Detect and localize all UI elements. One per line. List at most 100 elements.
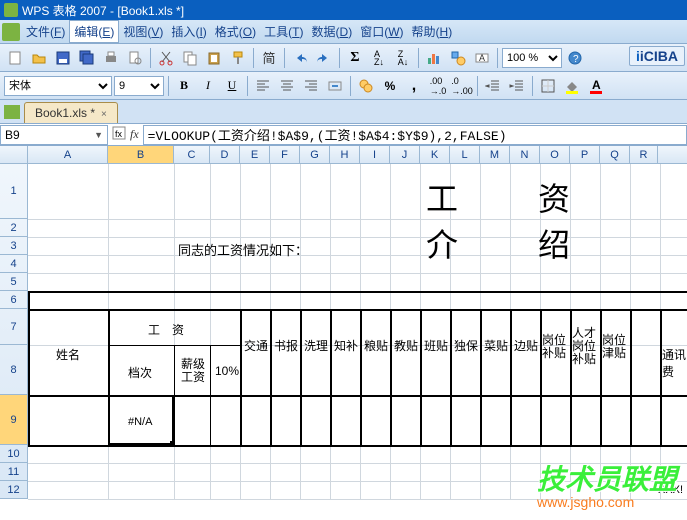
textbox-icon[interactable]: A: [471, 47, 493, 69]
col-header[interactable]: I: [360, 146, 390, 163]
col-header[interactable]: A: [28, 146, 108, 163]
menu-help[interactable]: 帮助(H): [408, 21, 457, 42]
align-center-icon[interactable]: [276, 75, 298, 97]
col-header[interactable]: F: [270, 146, 300, 163]
sort-asc-icon[interactable]: AZ↓: [368, 47, 390, 69]
menu-view[interactable]: 视图(V): [119, 21, 167, 42]
row-header[interactable]: 1: [0, 164, 28, 219]
percent-icon[interactable]: %: [379, 75, 401, 97]
col-header[interactable]: Q: [600, 146, 630, 163]
col-header[interactable]: G: [300, 146, 330, 163]
col-header[interactable]: J: [390, 146, 420, 163]
italic-icon[interactable]: I: [197, 75, 219, 97]
col-header[interactable]: E: [240, 146, 270, 163]
shapes-icon[interactable]: [447, 47, 469, 69]
workbook-tabbar: Book1.xls *×: [0, 100, 687, 124]
saveall-icon[interactable]: [76, 47, 98, 69]
borders-icon[interactable]: [537, 75, 559, 97]
new-icon[interactable]: [4, 47, 26, 69]
column-headers: A B C D E F G H I J K L M N O P Q R: [0, 146, 687, 164]
inc-indent-icon[interactable]: [506, 75, 528, 97]
cut-icon[interactable]: [155, 47, 177, 69]
align-right-icon[interactable]: [300, 75, 322, 97]
col-header[interactable]: M: [480, 146, 510, 163]
menu-format[interactable]: 格式(O): [211, 21, 260, 42]
font-name-combo[interactable]: 宋体: [4, 76, 112, 96]
dec-decimal-icon[interactable]: .0→.00: [451, 75, 473, 97]
sheet-icon: [4, 105, 20, 119]
sort-desc-icon[interactable]: ZA↓: [392, 47, 414, 69]
paste-icon[interactable]: [203, 47, 225, 69]
col-header[interactable]: D: [210, 146, 240, 163]
zoom-combo[interactable]: 100 %: [502, 48, 562, 68]
print-icon[interactable]: [100, 47, 122, 69]
row-header[interactable]: 3: [0, 237, 28, 255]
merge-icon[interactable]: [324, 75, 346, 97]
row-header[interactable]: 4: [0, 255, 28, 273]
iciba-button[interactable]: iiCIBA: [629, 46, 685, 66]
copy-icon[interactable]: [179, 47, 201, 69]
currency-icon[interactable]: [355, 75, 377, 97]
col-header[interactable]: P: [570, 146, 600, 163]
formula-input[interactable]: =VLOOKUP(工资介绍!$A$9,(工资!$A$4:$Y$9),2,FALS…: [143, 125, 687, 145]
chart-icon[interactable]: [423, 47, 445, 69]
menu-insert[interactable]: 插入(I): [167, 21, 210, 42]
cjk-button[interactable]: 简: [258, 47, 280, 69]
row-header[interactable]: 2: [0, 219, 28, 237]
underline-icon[interactable]: U: [221, 75, 243, 97]
sheet-title: 工 资 介 绍: [426, 174, 687, 266]
font-color-icon[interactable]: A: [585, 75, 607, 97]
save-icon[interactable]: [52, 47, 74, 69]
inc-decimal-icon[interactable]: .00→.0: [427, 75, 449, 97]
cell-grid[interactable]: 工 资 介 绍 同志的工资情况如下：: [28, 164, 687, 499]
row-header[interactable]: 12: [0, 481, 28, 499]
row-header[interactable]: 10: [0, 445, 28, 463]
col-header[interactable]: K: [420, 146, 450, 163]
col-header[interactable]: L: [450, 146, 480, 163]
help-icon[interactable]: ?: [564, 47, 586, 69]
format-painter-icon[interactable]: [227, 47, 249, 69]
chevron-down-icon[interactable]: ▼: [94, 130, 103, 140]
workbook-tab[interactable]: Book1.xls *×: [24, 102, 118, 123]
dec-indent-icon[interactable]: [482, 75, 504, 97]
app-icon[interactable]: [2, 23, 20, 41]
row-header[interactable]: 11: [0, 463, 28, 481]
undo-icon[interactable]: [289, 47, 311, 69]
row-header[interactable]: 8: [0, 345, 28, 395]
sum-icon[interactable]: Σ: [344, 47, 366, 69]
fx-icon[interactable]: fx: [130, 127, 139, 142]
row-header[interactable]: 7: [0, 309, 28, 345]
hdr-name: 姓名: [56, 346, 80, 363]
menu-data[interactable]: 数据(D): [308, 21, 357, 42]
fill-color-icon[interactable]: [561, 75, 583, 97]
align-left-icon[interactable]: [252, 75, 274, 97]
menu-tools[interactable]: 工具(T): [260, 21, 307, 42]
open-icon[interactable]: [28, 47, 50, 69]
col-header[interactable]: R: [630, 146, 658, 163]
comma-icon[interactable]: ,: [403, 75, 425, 97]
col-header[interactable]: H: [330, 146, 360, 163]
cell-r12: XXX!: [658, 484, 683, 496]
hdr-c16: 人才岗位补贴: [572, 327, 598, 366]
active-cell[interactable]: #N/A: [108, 395, 174, 445]
close-tab-icon[interactable]: ×: [101, 109, 107, 120]
menu-file[interactable]: 文件(F): [22, 21, 69, 42]
redo-icon[interactable]: [313, 47, 335, 69]
row-header[interactable]: 9: [0, 395, 28, 445]
menu-window[interactable]: 窗口(W): [356, 21, 407, 42]
col-header[interactable]: N: [510, 146, 540, 163]
select-all-corner[interactable]: [0, 146, 28, 163]
col-header[interactable]: B: [108, 146, 174, 163]
bold-icon[interactable]: B: [173, 75, 195, 97]
preview-icon[interactable]: [124, 47, 146, 69]
font-size-combo[interactable]: 9: [114, 76, 164, 96]
hdr-pay: 薪级工资: [179, 358, 207, 384]
row-header[interactable]: 6: [0, 291, 28, 309]
row-header[interactable]: 5: [0, 273, 28, 291]
cell-b9: #N/A: [128, 416, 152, 428]
col-header[interactable]: O: [540, 146, 570, 163]
fx-wizard-icon[interactable]: fx: [112, 126, 126, 143]
name-box[interactable]: B9▼: [0, 125, 108, 145]
menu-edit[interactable]: 编辑(E): [69, 20, 119, 43]
col-header[interactable]: C: [174, 146, 210, 163]
